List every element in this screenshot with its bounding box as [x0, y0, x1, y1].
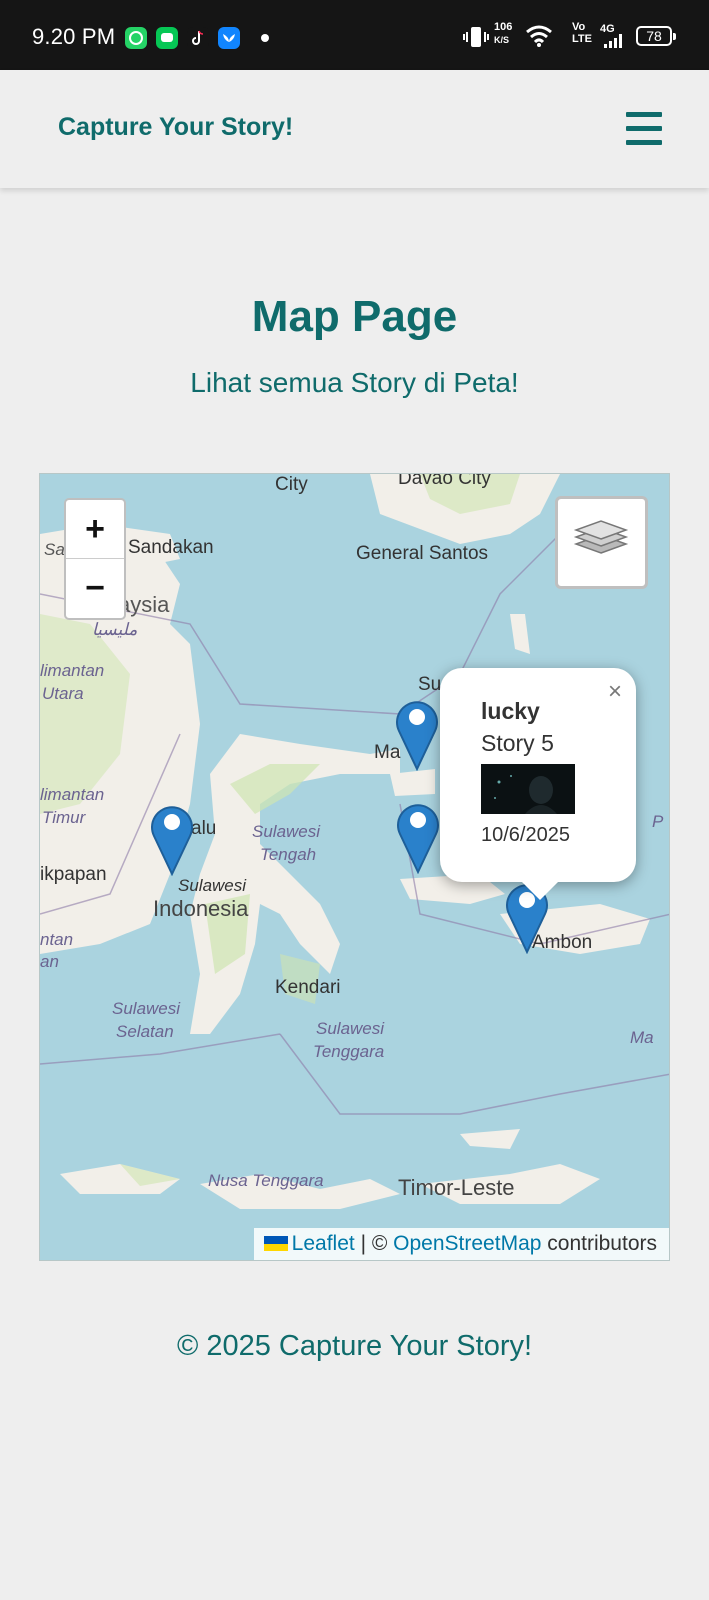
map-label: Selatan — [116, 1022, 174, 1041]
status-bar: 9.20 PM 106 K/S Vo LTE 4G 78 — [0, 0, 709, 70]
story-map[interactable]: City Davao City Sandakan General Santos … — [39, 473, 670, 1261]
map-label: P — [652, 812, 664, 831]
wifi-icon — [526, 25, 552, 47]
zoom-control: + − — [64, 498, 126, 620]
map-label: Kendari — [275, 977, 341, 998]
map-label: Sulawesi — [112, 999, 181, 1018]
map-label: Sa — [44, 540, 65, 559]
ukraine-flag-icon — [263, 1236, 288, 1251]
map-label: ikpapan — [40, 864, 107, 885]
map-label: Sulawesi — [178, 876, 247, 895]
status-time: 9.20 PM — [32, 24, 116, 49]
battery-icon: 78 — [636, 26, 676, 46]
story-marker[interactable] — [148, 798, 196, 877]
attribution-separator: | © — [354, 1232, 394, 1255]
map-label: Sulawesi — [252, 822, 321, 841]
attribution-contributors: contributors — [541, 1232, 657, 1255]
popup-date: 10/6/2025 — [481, 824, 570, 846]
map-label: Davao City — [398, 473, 491, 489]
menu-bar — [626, 112, 662, 117]
hamburger-menu-icon[interactable] — [626, 112, 662, 146]
tiktok-icon — [187, 27, 209, 49]
map-label: limantan — [40, 661, 105, 680]
menu-bar — [626, 126, 662, 131]
layers-button[interactable] — [555, 496, 648, 589]
whatsapp-icon — [125, 27, 147, 49]
story-popup: × lucky Story 5 10/6/2025 — [440, 668, 636, 900]
footer-text: © 2025 Capture Your Story! — [176, 1330, 533, 1362]
volte-indicator: Vo LTE — [572, 21, 592, 45]
net-speed: 106 K/S — [494, 21, 513, 46]
map-label: limantan — [40, 785, 105, 804]
app-header: Capture Your Story! — [0, 70, 709, 188]
bluesky-icon — [218, 27, 240, 49]
brand-title[interactable]: Capture Your Story! — [58, 113, 293, 142]
signal-icon — [604, 34, 622, 48]
map-label: Sulawesi — [316, 1019, 385, 1038]
map-label: an — [40, 952, 59, 971]
page-subtitle: Lihat semua Story di Peta! — [190, 367, 519, 398]
story-marker[interactable] — [394, 796, 442, 875]
map-label: Ma — [630, 1028, 654, 1047]
map-label: ntan — [40, 930, 74, 949]
map-label: Sandakan — [128, 537, 214, 558]
popup-story: Story 5 — [481, 730, 554, 756]
map-label: Utara — [42, 684, 84, 703]
story-thumbnail[interactable] — [481, 764, 575, 814]
story-marker[interactable] — [393, 693, 441, 772]
map-label: Nusa Tenggara — [208, 1171, 324, 1190]
zoom-out-button[interactable]: − — [66, 559, 124, 618]
menu-bar — [626, 140, 662, 145]
popup-username: lucky — [481, 698, 540, 724]
zoom-in-button[interactable]: + — [66, 500, 124, 559]
vibrate-icon — [463, 27, 489, 47]
map-label: Timor-Leste — [398, 1175, 515, 1200]
map-label: Tenggara — [313, 1042, 385, 1061]
page-title: Map Page — [251, 292, 458, 341]
map-label: General Santos — [356, 543, 489, 564]
map-label: مليسيا — [92, 620, 138, 639]
notification-dot — [261, 34, 269, 42]
leaflet-link[interactable]: Leaflet — [292, 1232, 355, 1255]
map-label: Timur — [42, 808, 86, 827]
map-label: Tengah — [260, 845, 317, 864]
map-label: City — [275, 474, 308, 495]
map-label: Indonesia — [153, 896, 249, 921]
map-attribution: Leaflet | © OpenStreetMap contributors — [253, 1228, 669, 1260]
layers-icon — [573, 520, 629, 554]
line-icon — [156, 27, 178, 49]
openstreetmap-link[interactable]: OpenStreetMap — [393, 1232, 541, 1255]
close-icon[interactable]: × — [608, 678, 622, 706]
